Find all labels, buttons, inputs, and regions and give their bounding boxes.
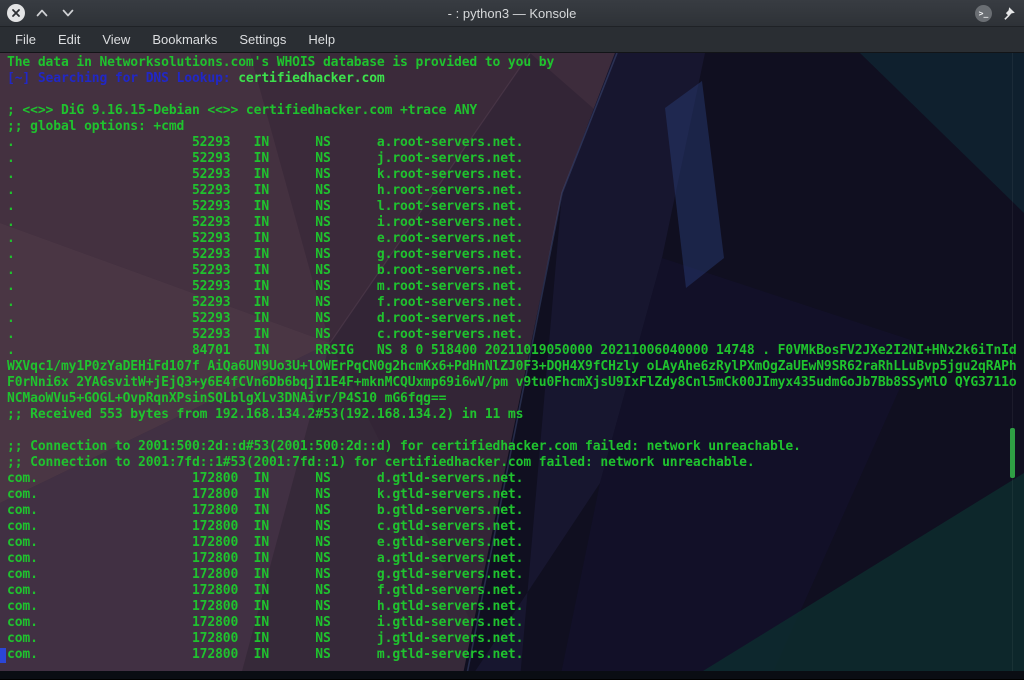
terminal-line: . 52293 IN NS a.root-servers.net. xyxy=(7,135,1024,151)
menu-item-help[interactable]: Help xyxy=(297,27,346,52)
terminal-line: com. 172800 IN NS k.gtld-servers.net. xyxy=(7,487,1024,503)
terminal-line: com. 172800 IN NS c.gtld-servers.net. xyxy=(7,519,1024,535)
terminal[interactable]: The data in Networksolutions.com's WHOIS… xyxy=(0,53,1024,679)
terminal-text: com. 172800 IN NS c.gtld-servers.net. xyxy=(7,519,524,534)
terminal-text: F0rNni6x 2YAGsvitW+jEjQ3+y6E4fCVn6Db6bqj… xyxy=(7,375,1017,390)
menu-item-view[interactable]: View xyxy=(91,27,141,52)
close-icon xyxy=(12,9,20,17)
terminal-text: . 52293 IN NS l.root-servers.net. xyxy=(7,199,524,214)
terminal-line: com. 172800 IN NS f.gtld-servers.net. xyxy=(7,583,1024,599)
scrollbar-thumb[interactable] xyxy=(1010,428,1015,478)
menubar: File Edit View Bookmarks Settings Help xyxy=(0,27,1024,53)
terminal-text: com. 172800 IN NS h.gtld-servers.net. xyxy=(7,599,524,614)
menu-item-edit[interactable]: Edit xyxy=(47,27,91,52)
terminal-text: ;; Connection to 2001:500:2d::d#53(2001:… xyxy=(7,439,801,454)
terminal-line: com. 172800 IN NS a.gtld-servers.net. xyxy=(7,551,1024,567)
terminal-text: [~] Searching for DNS Lookup: xyxy=(7,71,239,86)
menu-item-bookmarks[interactable]: Bookmarks xyxy=(141,27,228,52)
terminal-line: . 52293 IN NS c.root-servers.net. xyxy=(7,327,1024,343)
terminal-text: . 52293 IN NS b.root-servers.net. xyxy=(7,263,524,278)
terminal-text: ;; global options: +cmd xyxy=(7,119,185,134)
terminal-line: . 52293 IN NS d.root-servers.net. xyxy=(7,311,1024,327)
konsole-window: - : python3 — Konsole >_ File Edit View Boo… xyxy=(0,0,1024,680)
terminal-line: . 84701 IN RRSIG NS 8 0 518400 202110190… xyxy=(7,343,1024,359)
terminal-line: . 52293 IN NS g.root-servers.net. xyxy=(7,247,1024,263)
chevron-up-icon xyxy=(36,9,48,17)
terminal-text: . 52293 IN NS c.root-servers.net. xyxy=(7,327,524,342)
terminal-line: com. 172800 IN NS h.gtld-servers.net. xyxy=(7,599,1024,615)
terminal-line: ;; Connection to 2001:7fd::1#53(2001:7fd… xyxy=(7,455,1024,471)
terminal-line: . 52293 IN NS j.root-servers.net. xyxy=(7,151,1024,167)
terminal-text: com. 172800 IN NS k.gtld-servers.net. xyxy=(7,487,524,502)
terminal-text: ;; Connection to 2001:7fd::1#53(2001:7fd… xyxy=(7,455,755,470)
terminal-line: ; <<>> DiG 9.16.15-Debian <<>> certified… xyxy=(7,103,1024,119)
terminal-line: com. 172800 IN NS g.gtld-servers.net. xyxy=(7,567,1024,583)
window-title: - : python3 — Konsole xyxy=(447,5,577,21)
terminal-text: NCMaoWVu5+GOGL+OvpRqnXPsinSQLblgXLv3DNAi… xyxy=(7,391,447,406)
close-button[interactable] xyxy=(7,4,25,22)
terminal-line: . 52293 IN NS i.root-servers.net. xyxy=(7,215,1024,231)
terminal-text: com. 172800 IN NS g.gtld-servers.net. xyxy=(7,567,524,582)
terminal-line: . 52293 IN NS e.root-servers.net. xyxy=(7,231,1024,247)
terminal-text: com. 172800 IN NS f.gtld-servers.net. xyxy=(7,583,524,598)
bottom-strip xyxy=(0,671,1024,679)
terminal-line: com. 172800 IN NS b.gtld-servers.net. xyxy=(7,503,1024,519)
terminal-text: com. 172800 IN NS j.gtld-servers.net. xyxy=(7,631,524,646)
terminal-line: . 52293 IN NS k.root-servers.net. xyxy=(7,167,1024,183)
terminal-line: ;; global options: +cmd xyxy=(7,119,1024,135)
terminal-line: com. 172800 IN NS i.gtld-servers.net. xyxy=(7,615,1024,631)
terminal-line: The data in Networksolutions.com's WHOIS… xyxy=(7,55,1024,71)
terminal-text: . 52293 IN NS e.root-servers.net. xyxy=(7,231,524,246)
terminal-text: com. 172800 IN NS m.gtld-servers.net. xyxy=(7,647,524,662)
terminal-text: . 52293 IN NS i.root-servers.net. xyxy=(7,215,524,230)
terminal-text: . 52293 IN NS k.root-servers.net. xyxy=(7,167,524,182)
terminal-output: The data in Networksolutions.com's WHOIS… xyxy=(0,53,1024,663)
terminal-text: . 52293 IN NS d.root-servers.net. xyxy=(7,311,524,326)
terminal-line: . 52293 IN NS m.root-servers.net. xyxy=(7,279,1024,295)
terminal-text: The data in Networksolutions.com's WHOIS… xyxy=(7,55,555,70)
terminal-text: . 52293 IN NS j.root-servers.net. xyxy=(7,151,524,166)
terminal-text: certifiedhacker.com xyxy=(238,71,385,86)
chevron-down-icon xyxy=(62,9,74,17)
terminal-line: com. 172800 IN NS e.gtld-servers.net. xyxy=(7,535,1024,551)
terminal-line: ;; Received 553 bytes from 192.168.134.2… xyxy=(7,407,1024,423)
terminal-line: [~] Searching for DNS Lookup: certifiedh… xyxy=(7,71,1024,87)
terminal-text: ; <<>> DiG 9.16.15-Debian <<>> certified… xyxy=(7,103,478,118)
terminal-cursor xyxy=(0,648,6,663)
terminal-text: . 52293 IN NS h.root-servers.net. xyxy=(7,183,524,198)
terminal-text: ;; Received 553 bytes from 192.168.134.2… xyxy=(7,407,524,422)
terminal-text: com. 172800 IN NS d.gtld-servers.net. xyxy=(7,471,524,486)
terminal-text: com. 172800 IN NS b.gtld-servers.net. xyxy=(7,503,524,518)
terminal-line: . 52293 IN NS l.root-servers.net. xyxy=(7,199,1024,215)
titlebar[interactable]: - : python3 — Konsole >_ xyxy=(0,0,1024,27)
terminal-line: . 52293 IN NS f.root-servers.net. xyxy=(7,295,1024,311)
terminal-line: WXVqc1/my1P0zYaDEHiFd107f AiQa6UN9Uo3U+l… xyxy=(7,359,1024,375)
terminal-text: . 52293 IN NS g.root-servers.net. xyxy=(7,247,524,262)
terminal-text: . 52293 IN NS a.root-servers.net. xyxy=(7,135,524,150)
terminal-text: . 52293 IN NS m.root-servers.net. xyxy=(7,279,524,294)
terminal-line: F0rNni6x 2YAGsvitW+jEjQ3+y6E4fCVn6Db6bqj… xyxy=(7,375,1024,391)
menu-item-settings[interactable]: Settings xyxy=(228,27,297,52)
terminal-text: com. 172800 IN NS a.gtld-servers.net. xyxy=(7,551,524,566)
pin-icon[interactable] xyxy=(1001,6,1016,21)
menu-item-file[interactable]: File xyxy=(4,27,47,52)
scroll-down-button[interactable] xyxy=(59,4,77,22)
terminal-line: NCMaoWVu5+GOGL+OvpRqnXPsinSQLblgXLv3DNAi… xyxy=(7,391,1024,407)
terminal-text: . 52293 IN NS f.root-servers.net. xyxy=(7,295,524,310)
terminal-line: . 52293 IN NS h.root-servers.net. xyxy=(7,183,1024,199)
terminal-text: com. 172800 IN NS i.gtld-servers.net. xyxy=(7,615,524,630)
terminal-line: com. 172800 IN NS m.gtld-servers.net. xyxy=(0,647,1024,663)
terminal-line: com. 172800 IN NS d.gtld-servers.net. xyxy=(7,471,1024,487)
terminal-line: . 52293 IN NS b.root-servers.net. xyxy=(7,263,1024,279)
terminal-text: WXVqc1/my1P0zYaDEHiFd107f AiQa6UN9Uo3U+l… xyxy=(7,359,1017,374)
terminal-text: . 84701 IN RRSIG NS 8 0 518400 202110190… xyxy=(7,343,1017,358)
terminal-line: ;; Connection to 2001:500:2d::d#53(2001:… xyxy=(7,439,1024,455)
konsole-app-icon: >_ xyxy=(975,5,992,22)
scroll-up-button[interactable] xyxy=(33,4,51,22)
terminal-text: com. 172800 IN NS e.gtld-servers.net. xyxy=(7,535,524,550)
terminal-line: com. 172800 IN NS j.gtld-servers.net. xyxy=(7,631,1024,647)
